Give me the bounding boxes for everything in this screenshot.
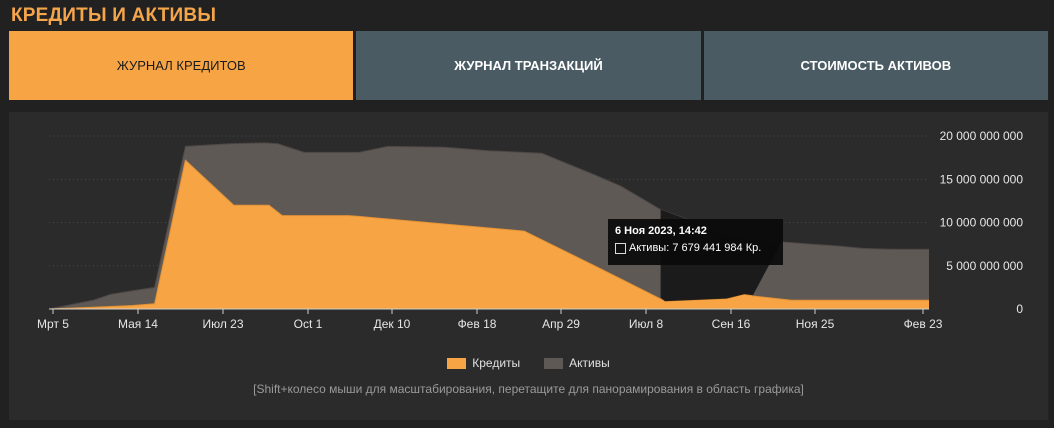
x-tick-label: Мая 14 bbox=[118, 317, 158, 331]
x-tick-label: Фев 18 bbox=[458, 317, 497, 331]
tab-bar: ЖУРНАЛ КРЕДИТОВ ЖУРНАЛ ТРАНЗАКЦИЙ СТОИМО… bbox=[9, 31, 1048, 100]
y-tick-label: 0 bbox=[1016, 302, 1023, 316]
legend-label-credits: Кредиты bbox=[472, 356, 521, 370]
page-title: КРЕДИТЫ И АКТИВЫ bbox=[11, 5, 217, 26]
tooltip-title: 6 Ноя 2023, 14:42 bbox=[615, 225, 707, 237]
x-tick-label: Мрт 5 bbox=[37, 317, 69, 331]
legend-swatch-assets bbox=[544, 357, 564, 369]
tab-transaction-log[interactable]: ЖУРНАЛ ТРАНЗАКЦИЙ bbox=[353, 31, 701, 100]
chart-areas bbox=[48, 142, 929, 310]
chart-legend: Кредиты Активы bbox=[9, 356, 1048, 370]
legend-label-assets: Активы bbox=[569, 356, 610, 370]
x-tick-label: Сен 16 bbox=[712, 317, 751, 331]
x-tick-label: Апр 29 bbox=[542, 317, 580, 331]
legend-item-credits[interactable]: Кредиты bbox=[447, 356, 520, 370]
y-tick-label: 15 000 000 000 bbox=[940, 172, 1024, 186]
tooltip-row: Активы: 7 679 441 984 Кр. bbox=[615, 242, 776, 254]
x-tick-label: Ноя 25 bbox=[796, 317, 835, 331]
legend-item-assets[interactable]: Активы bbox=[544, 356, 610, 370]
x-axis: Мрт 5 Мая 14 Июл 23 Oct 1 Дек 10 Фев 18 Апр 29… bbox=[37, 308, 943, 331]
x-tick-label: Июл 23 bbox=[202, 317, 243, 331]
chart-tooltip: 6 Ноя 2023, 14:42 Активы: 7 679 441 984 … bbox=[608, 219, 783, 265]
x-tick-label: Фев 23 bbox=[904, 317, 943, 331]
legend-swatch-credits bbox=[447, 357, 467, 369]
chart-panel[interactable]: Мрт 5 Мая 14 Июл 23 Oct 1 Дек 10 Фев 18 Апр 29… bbox=[9, 112, 1048, 420]
x-tick-label: Июл 8 bbox=[629, 317, 664, 331]
tooltip-swatch bbox=[615, 242, 626, 254]
y-axis: 0 5 000 000 000 10 000 000 000 15 000 000 0… bbox=[940, 129, 1024, 316]
y-tick-label: 5 000 000 000 bbox=[946, 259, 1023, 273]
zoom-pan-hint: [Shift+колесо мыши для масштабирования, … bbox=[253, 382, 804, 396]
x-tick-label: Дек 10 bbox=[374, 317, 411, 331]
credits-assets-chart[interactable]: Мрт 5 Мая 14 Июл 23 Oct 1 Дек 10 Фев 18 Апр 29… bbox=[9, 112, 1048, 420]
tooltip-value: Активы: 7 679 441 984 Кр. bbox=[629, 242, 762, 254]
page: КРЕДИТЫ И АКТИВЫ ЖУРНАЛ КРЕДИТОВ ЖУРНАЛ … bbox=[0, 0, 1054, 428]
tab-asset-value[interactable]: СТОИМОСТЬ АКТИВОВ bbox=[700, 31, 1048, 100]
x-tick-label: Oct 1 bbox=[294, 317, 323, 331]
y-tick-label: 10 000 000 000 bbox=[940, 216, 1024, 230]
tab-credit-log[interactable]: ЖУРНАЛ КРЕДИТОВ bbox=[9, 31, 354, 100]
y-tick-label: 20 000 000 000 bbox=[940, 129, 1024, 143]
